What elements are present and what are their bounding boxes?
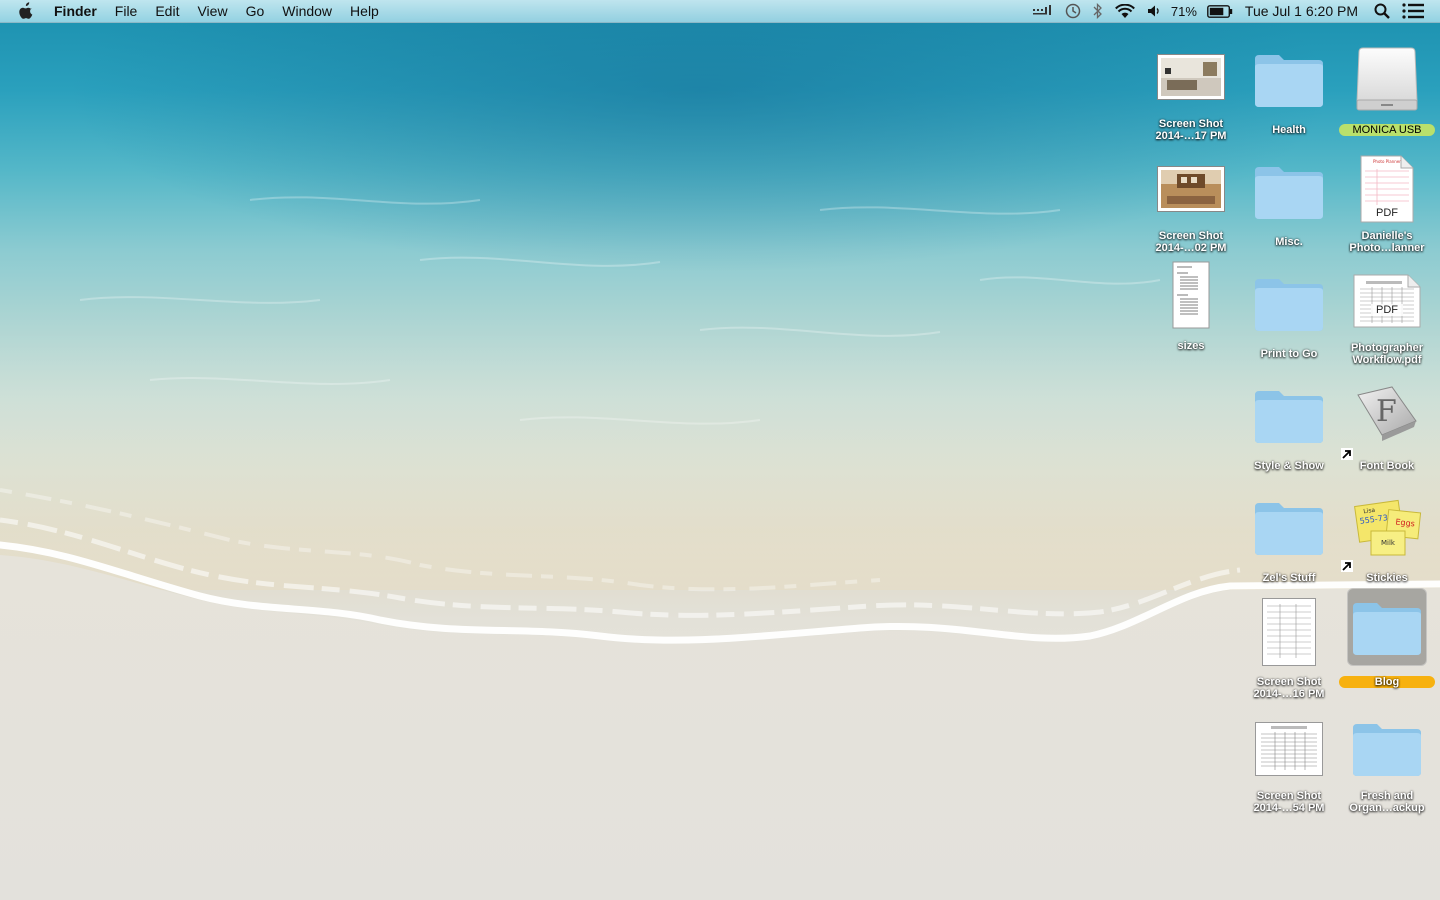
menu-view[interactable]: View — [188, 0, 236, 22]
stickies-app-icon: Lisa 555-7361 Eggs Milk — [1341, 488, 1427, 572]
menu-clock[interactable]: Tue Jul 1 6:20 PM — [1245, 3, 1358, 19]
icon-label: Screen Shot 2014-…02 PM — [1155, 230, 1227, 254]
battery-icon[interactable] — [1207, 0, 1233, 22]
folder-icon — [1347, 588, 1427, 668]
menu-help[interactable]: Help — [341, 0, 388, 22]
desktop-icon-screenshot-2[interactable]: Screen Shot 2014-…02 PM — [1143, 144, 1239, 254]
folder-icon — [1249, 40, 1329, 120]
desktop-icon-screenshot-1[interactable]: Screen Shot 2014-…17 PM — [1143, 32, 1239, 142]
menu-file[interactable]: File — [106, 0, 147, 22]
menu-bar: Finder File Edit View Go Window Help 71%… — [0, 0, 1440, 23]
desktop-icon-monica-usb-drive[interactable]: MONICA USB — [1339, 32, 1435, 142]
desktop-icon-screenshot-3[interactable]: Screen Shot 2014-…16 PM — [1241, 592, 1337, 702]
folder-icon — [1249, 264, 1329, 344]
desktop-icon-photographer-workflow-pdf[interactable]: PDF Photographer Workflow.pdf — [1339, 256, 1435, 366]
desktop-icon-blog-folder[interactable]: Blog — [1339, 586, 1435, 696]
notification-center-icon[interactable] — [1402, 0, 1424, 22]
screenshot-thumbnail-icon — [1151, 152, 1231, 226]
volume-icon[interactable] — [1147, 0, 1161, 22]
icon-label: Screen Shot 2014-…54 PM — [1253, 790, 1325, 814]
pdf-document-icon: PDF — [1347, 264, 1427, 338]
font-book-glyph: F — [1376, 394, 1397, 429]
icon-label: Danielle's Photo…lanner — [1349, 230, 1425, 254]
icon-label: Fresh and Organ…ackup — [1349, 790, 1425, 814]
icon-label: Screen Shot 2014-…16 PM — [1253, 676, 1325, 700]
screenshot-thumbnail-icon — [1249, 712, 1329, 786]
screenshot-thumbnail-icon — [1249, 592, 1329, 672]
wifi-icon[interactable] — [1114, 0, 1135, 22]
icon-label: Font Book — [1359, 460, 1415, 472]
desktop-icon-zels-stuff-folder[interactable]: Zel's Stuff — [1241, 480, 1337, 590]
desktop-icon-stickies-alias[interactable]: Lisa 555-7361 Eggs Milk Stickies — [1339, 480, 1435, 590]
desktop-icon-health-folder[interactable]: Health — [1241, 32, 1337, 142]
spotlight-search-icon[interactable] — [1374, 0, 1390, 22]
menu-window[interactable]: Window — [273, 0, 341, 22]
desktop-icon-danielles-photo-planner-pdf[interactable]: Photo Planner PDF Danielle's Photo…lanner — [1339, 144, 1435, 254]
desktop-icon-fresh-and-organized-backup-folder[interactable]: Fresh and Organ…ackup — [1339, 704, 1435, 814]
apple-logo-icon[interactable] — [18, 2, 36, 20]
pdf-badge: PDF — [1369, 207, 1405, 219]
menu-app-finder[interactable]: Finder — [50, 0, 106, 22]
alias-arrow-icon — [1341, 448, 1353, 460]
external-drive-icon — [1347, 40, 1427, 120]
desktop-icon-font-book-alias[interactable]: F Font Book — [1339, 368, 1435, 478]
icon-label: Stickies — [1366, 572, 1408, 584]
folder-icon — [1249, 488, 1329, 568]
icon-label: Style & Show — [1254, 460, 1324, 472]
menu-edit[interactable]: Edit — [146, 0, 188, 22]
screenshot-thumbnail-icon — [1151, 40, 1231, 114]
icon-label: Misc. — [1275, 236, 1303, 248]
icon-label: Screen Shot 2014-…17 PM — [1155, 118, 1227, 142]
font-book-app-icon: F — [1341, 376, 1427, 460]
svg-text:Photo Planner: Photo Planner — [1373, 159, 1401, 164]
icon-label: Print to Go — [1260, 348, 1318, 360]
pdf-badge: PDF — [1371, 304, 1403, 316]
desktop-icon-style-and-show-folder[interactable]: Style & Show — [1241, 368, 1337, 478]
icon-label: Zel's Stuff — [1262, 572, 1316, 584]
desktop-icon-print-to-go-folder[interactable]: Print to Go — [1241, 256, 1337, 366]
battery-percent[interactable]: 71% — [1171, 4, 1197, 19]
time-machine-icon[interactable] — [1065, 0, 1081, 22]
menu-go[interactable]: Go — [237, 0, 274, 22]
desktop-icon-misc-folder[interactable]: Misc. — [1241, 144, 1337, 254]
alias-arrow-icon — [1341, 560, 1353, 572]
icon-label: Health — [1272, 124, 1306, 136]
icon-label: MONICA USB — [1339, 124, 1435, 136]
airplay-display-icon[interactable] — [1032, 0, 1053, 22]
bluetooth-icon[interactable] — [1093, 0, 1103, 22]
pdf-document-icon: Photo Planner PDF — [1347, 152, 1427, 226]
folder-icon — [1249, 152, 1329, 232]
desktop-icon-screenshot-4[interactable]: Screen Shot 2014-…54 PM — [1241, 704, 1337, 814]
icon-label: sizes — [1177, 340, 1205, 352]
text-document-icon — [1151, 256, 1231, 336]
folder-icon — [1249, 376, 1329, 456]
desktop-icon-sizes-document[interactable]: sizes — [1143, 256, 1239, 366]
sticky-note-text: Milk — [1381, 539, 1396, 547]
icon-label: Blog — [1339, 676, 1435, 688]
icon-label: Photographer Workflow.pdf — [1350, 342, 1424, 366]
folder-icon — [1347, 712, 1427, 786]
